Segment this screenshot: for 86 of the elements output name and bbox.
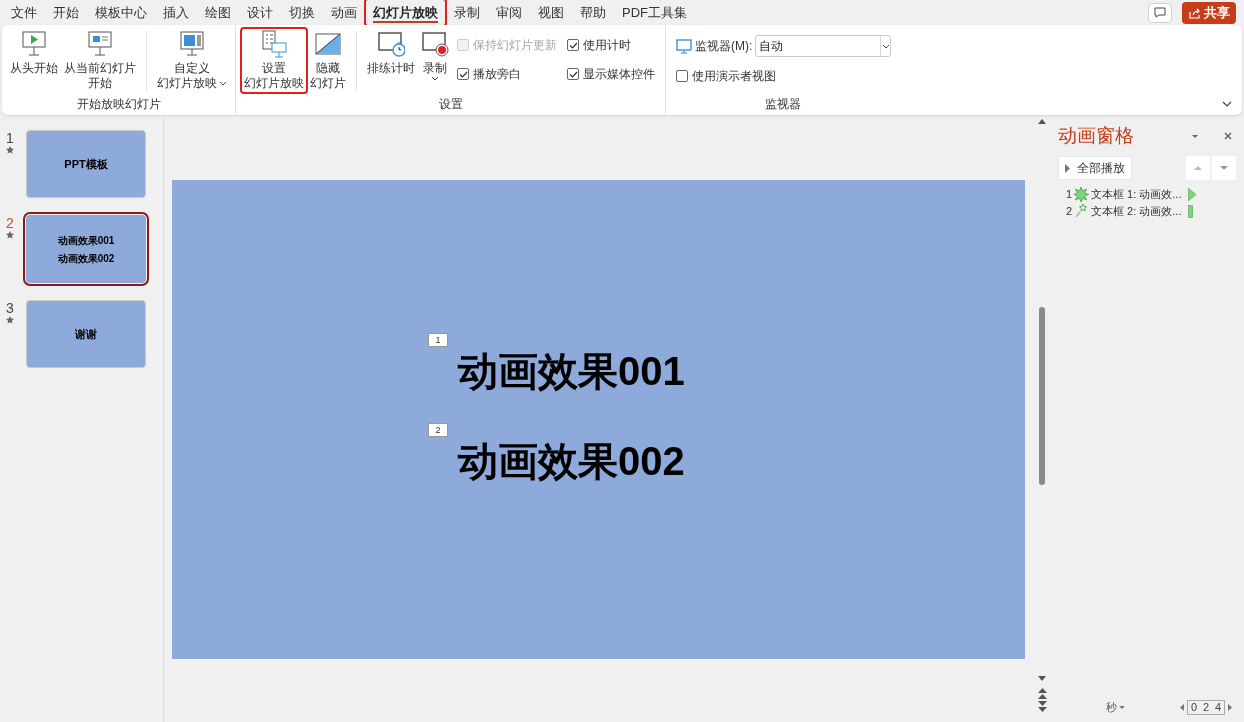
monitor-icon bbox=[676, 38, 692, 54]
slide-number: 3 bbox=[6, 300, 14, 316]
scroll-right-icon[interactable] bbox=[1228, 703, 1232, 711]
thumbnail-text: PPT模板 bbox=[64, 156, 108, 172]
checkbox[interactable]: 使用演示者视图 bbox=[676, 66, 892, 86]
timeline-tick: 0 bbox=[1189, 699, 1199, 715]
slide-text: 动画效果002 bbox=[458, 437, 685, 485]
checkmark-icon bbox=[568, 69, 578, 79]
slide-text: 动画效果001 bbox=[458, 347, 685, 395]
animation-item[interactable]: 文本框 1: 动画效... bbox=[1091, 186, 1182, 203]
slide-thumbnail[interactable]: PPT模板 bbox=[26, 130, 146, 198]
ribbon-button[interactable]: 隐藏 幻灯片 bbox=[308, 29, 348, 92]
animation-tag[interactable]: 1 bbox=[428, 332, 448, 347]
collapse-ribbon-icon[interactable] bbox=[1222, 101, 1232, 107]
arrow-up-icon bbox=[1194, 166, 1202, 170]
play-icon bbox=[1065, 163, 1070, 173]
caret-icon bbox=[1119, 705, 1125, 709]
ribbon-button[interactable]: 排练计时 bbox=[365, 29, 417, 77]
group-label: 开始放映幻灯片 bbox=[76, 96, 161, 113]
projector-slide-icon bbox=[178, 30, 206, 58]
checkmark-icon bbox=[458, 69, 468, 79]
ribbon-button[interactable]: 从头开始 bbox=[8, 29, 60, 77]
ribbon-button[interactable]: 设置 幻灯片放映 bbox=[242, 29, 306, 92]
menu-tab[interactable]: 插入 bbox=[156, 0, 196, 25]
play-all-button[interactable]: 全部播放 bbox=[1058, 156, 1132, 180]
share-button[interactable]: 共享 bbox=[1182, 1, 1236, 24]
animation-item[interactable]: 文本框 2: 动画效... bbox=[1091, 203, 1182, 220]
previous-slide-icon[interactable] bbox=[1037, 688, 1047, 699]
monitor-label: 监视器(M): bbox=[695, 38, 753, 55]
pane-menu-icon[interactable] bbox=[1192, 134, 1198, 138]
scrollbar-thumb[interactable] bbox=[1039, 307, 1045, 485]
unit-dropdown[interactable]: 秒 bbox=[1106, 698, 1125, 716]
scroll-down-icon[interactable] bbox=[1038, 676, 1046, 682]
checkbox[interactable]: 显示媒体控件 bbox=[567, 64, 655, 84]
timeline-tick: 4 bbox=[1213, 699, 1223, 715]
ribbon-button[interactable]: 自定义 幻灯片放映 bbox=[155, 29, 229, 92]
menu-tab[interactable]: 模板中心 bbox=[88, 0, 154, 25]
menu-tab[interactable]: 审阅 bbox=[489, 0, 529, 25]
slide-number: 1 bbox=[6, 130, 14, 146]
timing-bar-icon bbox=[1188, 205, 1194, 218]
timeline-tick: 2 bbox=[1201, 699, 1211, 715]
menu-tab[interactable]: 动画 bbox=[324, 0, 364, 25]
item-number: 1 bbox=[1066, 187, 1073, 203]
caret-icon bbox=[881, 43, 890, 49]
slide-timer-icon bbox=[377, 30, 405, 58]
menu-tab[interactable]: PDF工具集 bbox=[615, 0, 694, 25]
menu-tab[interactable]: 文件 bbox=[4, 0, 44, 25]
monitor-select[interactable]: 自动 bbox=[755, 35, 892, 57]
ribbon-button[interactable]: 录制 bbox=[419, 29, 451, 82]
menu-tab[interactable]: 幻灯片放映 bbox=[366, 0, 445, 25]
projector-play-icon bbox=[20, 30, 48, 58]
arrow-down-icon bbox=[1220, 166, 1228, 170]
record-icon bbox=[421, 30, 449, 58]
checkmark-icon bbox=[568, 40, 578, 50]
menu-tab[interactable]: 开始 bbox=[46, 0, 86, 25]
comment-button[interactable] bbox=[1148, 2, 1172, 23]
next-slide-icon[interactable] bbox=[1037, 701, 1047, 712]
thumbnail-text: 动画效果002 bbox=[57, 251, 115, 266]
slide-number: 2 bbox=[6, 215, 14, 231]
menu-tab[interactable]: 帮助 bbox=[573, 0, 613, 25]
checkbox[interactable]: 播放旁白 bbox=[457, 64, 557, 84]
hidden-slide-icon bbox=[314, 30, 342, 58]
timing-triangle-icon bbox=[1188, 188, 1197, 201]
menu-tab[interactable]: 切换 bbox=[282, 0, 322, 25]
projector-slide-icon bbox=[86, 30, 114, 58]
item-number: 2 bbox=[1066, 204, 1073, 220]
scroll-left-icon[interactable] bbox=[1180, 703, 1184, 711]
animation-tag[interactable]: 2 bbox=[428, 422, 448, 437]
thumbnail-text: 谢谢 bbox=[75, 326, 97, 342]
share-icon bbox=[1188, 6, 1201, 19]
menu-tab[interactable]: 视图 bbox=[531, 0, 571, 25]
pane-title: 动画窗格 bbox=[1058, 123, 1135, 148]
menu-tab[interactable]: 绘图 bbox=[198, 0, 238, 25]
close-icon[interactable] bbox=[1224, 132, 1232, 140]
slide-setup-icon bbox=[260, 30, 288, 58]
slide-thumbnail[interactable]: 谢谢 bbox=[26, 300, 146, 368]
group-label: 设置 bbox=[438, 96, 463, 113]
checkbox[interactable]: 使用计时 bbox=[567, 35, 655, 55]
ribbon-button[interactable]: 从当前幻灯片 开始 bbox=[62, 29, 138, 92]
menu-tab[interactable]: 设计 bbox=[240, 0, 280, 25]
group-label: 监视器 bbox=[764, 96, 801, 113]
menu-tab[interactable]: 录制 bbox=[447, 0, 487, 25]
comment-icon bbox=[1154, 7, 1166, 18]
slide-thumbnail[interactable]: 动画效果001 动画效果002 bbox=[26, 215, 146, 283]
scroll-up-icon[interactable] bbox=[1038, 118, 1046, 124]
thumbnail-text: 动画效果001 bbox=[57, 233, 115, 248]
